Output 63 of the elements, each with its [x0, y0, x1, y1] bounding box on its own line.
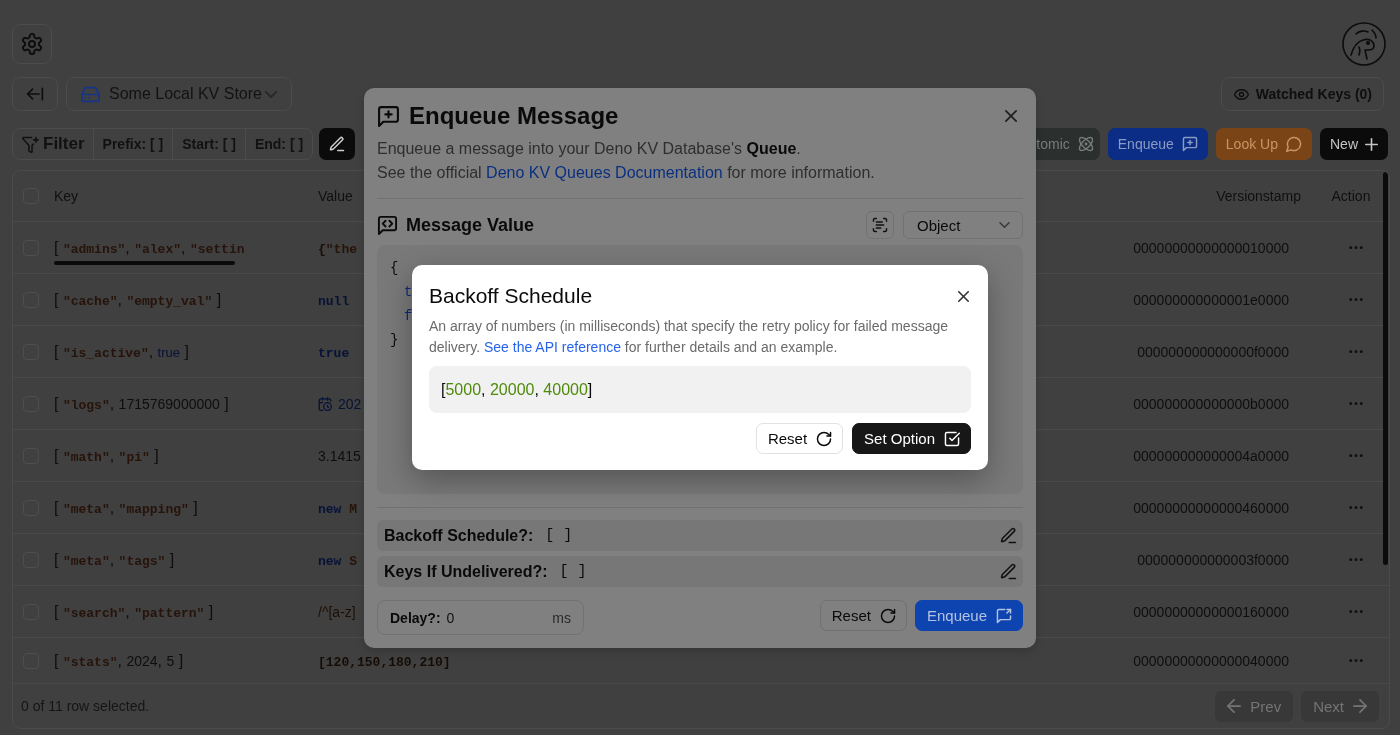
vertical-scrollbar[interactable]	[1383, 172, 1388, 565]
section-title: Message Value	[406, 214, 535, 236]
ellipsis-icon	[1349, 506, 1363, 509]
refresh-icon	[879, 607, 896, 624]
message-plus-icon	[1181, 136, 1198, 152]
option-value: [ ]	[545, 527, 573, 544]
close-icon	[1005, 110, 1017, 122]
hard-drive-icon	[81, 84, 100, 104]
avatar-icon	[1342, 22, 1386, 66]
toolbar-button[interactable]: Enqueue	[1107, 128, 1208, 160]
chevron-down-icon	[999, 222, 1010, 228]
toolbar-button[interactable]: New	[1320, 128, 1388, 160]
ellipsis-icon	[1349, 558, 1363, 561]
value-text: null	[318, 292, 350, 309]
atom-icon	[1077, 136, 1094, 152]
speech-bubble-icon	[1286, 136, 1302, 152]
back-button[interactable]	[12, 77, 58, 111]
ellipsis-icon	[1349, 350, 1363, 353]
option-label: Backoff Schedule?:	[384, 526, 534, 545]
settings-button[interactable]	[12, 24, 52, 64]
value-text: [120,150,180,210]	[318, 653, 451, 670]
dialog-description: Enqueue a message into your Deno KV Database's Queue.	[377, 139, 802, 159]
value-text: /^[a-z]	[318, 602, 356, 621]
option-value: [ ]	[559, 563, 587, 580]
toolbar-button[interactable]: tomic	[1035, 128, 1100, 160]
edit-filter-button[interactable]	[319, 128, 356, 160]
ellipsis-icon	[1349, 298, 1363, 301]
scan-text-icon	[872, 217, 888, 233]
ellipsis-icon	[1349, 402, 1363, 405]
format-button[interactable]	[866, 211, 894, 239]
enqueue-button[interactable]: Enqueue	[914, 600, 1023, 631]
eye-icon	[1233, 86, 1249, 102]
message-plus-icon	[377, 104, 400, 128]
type-select[interactable]: Object	[903, 211, 1023, 239]
docs-note: See the official Deno KV Queues Documentation for more information.	[377, 163, 876, 183]
pencil-icon	[1000, 527, 1017, 544]
unit-label: ms	[552, 609, 571, 626]
toolbar-button[interactable]: Look Up	[1215, 128, 1312, 160]
pencil-icon	[1000, 563, 1017, 580]
code-message-icon	[377, 214, 398, 236]
ellipsis-icon	[1349, 659, 1363, 662]
arrow-right-icon	[1353, 699, 1367, 713]
pencil-icon	[329, 136, 346, 152]
docs-link[interactable]: Deno KV Queues Documentation	[486, 164, 723, 181]
ellipsis-icon	[1349, 246, 1363, 249]
dialog-title: Enqueue Message	[409, 103, 619, 129]
chevron-down-icon	[265, 90, 277, 98]
settings-icon	[21, 33, 43, 55]
value-text: 202	[338, 394, 362, 413]
edit-button[interactable]	[1000, 527, 1017, 544]
option-label: Keys If Undelivered?:	[384, 562, 548, 581]
filter-plus-icon	[22, 135, 39, 153]
value-text: true	[318, 344, 350, 361]
ellipsis-icon	[1349, 454, 1363, 457]
calendar-clock-icon	[318, 396, 332, 411]
edit-button[interactable]	[1000, 563, 1017, 580]
plus-icon	[1365, 137, 1378, 151]
delay-input[interactable]: 0	[446, 609, 537, 626]
horizontal-scrollbar[interactable]	[54, 261, 235, 265]
ellipsis-icon	[1349, 610, 1363, 613]
field-label: Delay?:	[390, 609, 441, 626]
share-icon	[996, 607, 1012, 624]
reset-button[interactable]: Reset	[819, 600, 907, 631]
